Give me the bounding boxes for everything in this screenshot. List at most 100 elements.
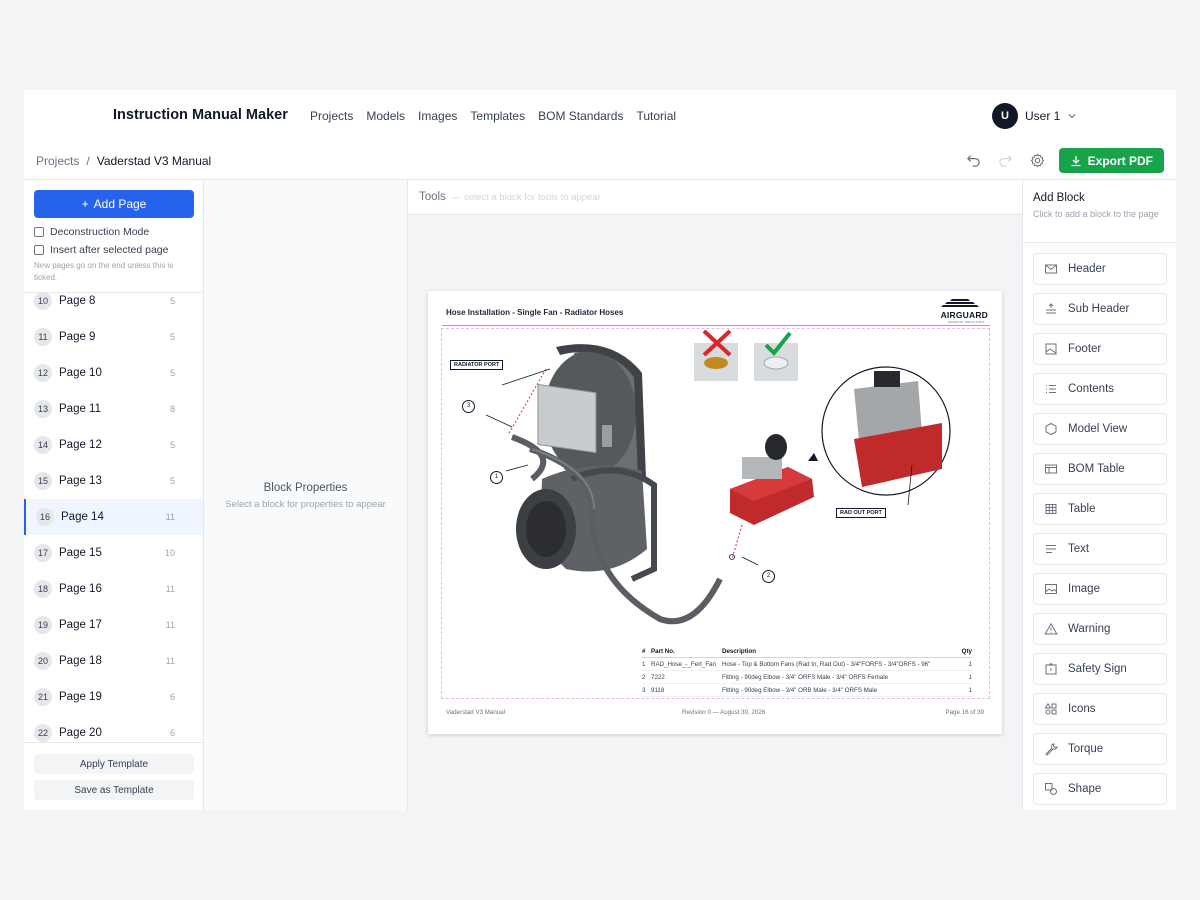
page-list-item[interactable]: 17 Page 15 10 [24,535,203,571]
add-shape-block-button[interactable]: Shape [1033,773,1167,805]
add-model-view-block-button[interactable]: Model View [1033,413,1167,445]
footer-revision[interactable]: Revision 0 — August 30, 2026 [682,709,765,716]
user-menu[interactable]: U User 1 [992,103,1077,129]
block-label: Contents [1068,383,1115,395]
insert-after-checkbox[interactable]: Insert after selected page [34,244,169,256]
block-count: 5 [169,296,175,306]
bom-table[interactable]: # Part No. Description Qty 1 RAD_Hose_-_… [642,645,972,697]
page-list[interactable]: 10 Page 8 5 11 Page 9 5 12 Page 10 5 13 Page 11… [24,292,203,744]
page-list-item[interactable]: 18 Page 16 11 [24,571,203,607]
add-text-block-button[interactable]: Text [1033,533,1167,565]
apply-template-button[interactable]: Apply Template [34,754,194,774]
nav-images[interactable]: Images [418,109,457,123]
add-image-block-button[interactable]: Image [1033,573,1167,605]
nav-templates[interactable]: Templates [470,109,525,123]
nav-bom-standards[interactable]: BOM Standards [538,109,623,123]
settings-button[interactable] [1027,150,1049,172]
block-label: Header [1068,263,1106,275]
canvas-area[interactable]: Tools — select a block for tools to appe… [408,180,1022,810]
page-name: Page 14 [61,511,104,523]
bom-col-qty: Qty [961,647,972,655]
block-count: 11 [165,620,175,630]
checkbox-box[interactable] [34,245,44,255]
chevron-down-icon [1068,114,1076,119]
add-safety-sign-block-button[interactable]: Safety Sign [1033,653,1167,685]
add-torque-block-button[interactable]: Torque [1033,733,1167,765]
block-properties-panel: Block Properties Select a block for prop… [204,180,408,810]
page-list-item[interactable]: 19 Page 17 11 [24,607,203,643]
breadcrumb-projects[interactable]: Projects [36,154,79,168]
block-count: 6 [169,728,175,738]
shape-icon [1045,783,1057,795]
bom-cell: 3 [642,686,646,694]
page-list-item[interactable]: 10 Page 8 5 [24,293,203,319]
add-bom-table-block-button[interactable]: BOM Table [1033,453,1167,485]
sign-icon [1045,662,1057,675]
table-row: 3 9118 Fitting - 90deg Elbow - 3/4" ORB … [642,684,972,697]
export-pdf-button[interactable]: Export PDF [1058,148,1164,173]
block-label: Shape [1068,783,1102,795]
add-page-button[interactable]: + Add Page [34,190,194,218]
page-header-title[interactable]: Hose Installation - Single Fan - Radiato… [446,308,623,317]
block-count: 6 [169,692,175,702]
page-name: Page 15 [59,547,102,559]
bom-cell: 1 [968,686,972,694]
add-contents-block-button[interactable]: Contents [1033,373,1167,405]
add-header-block-button[interactable]: Header [1033,253,1167,285]
image-icon [1045,584,1057,594]
redo-button[interactable] [995,150,1017,172]
download-icon [1071,155,1081,166]
footer-manual-name[interactable]: Vaderstad V3 Manual [446,709,505,716]
page-number: 10 [34,293,52,310]
breadcrumb-separator: / [86,154,90,168]
page-name: Page 13 [59,475,102,487]
page-list-item[interactable]: 12 Page 10 5 [24,355,203,391]
page-list-item[interactable]: 14 Page 12 5 [24,427,203,463]
user-name: User 1 [1025,109,1061,123]
page-list-item-selected[interactable]: 16 Page 14 11 [24,499,203,535]
block-count: 5 [169,368,175,378]
page-list-item[interactable]: 22 Page 20 6 [24,715,203,744]
block-label: Footer [1068,343,1102,355]
page-name: Page 11 [59,403,101,415]
page-list-item[interactable]: 21 Page 19 6 [24,679,203,715]
block-label: Image [1068,583,1100,595]
top-nav: Instruction Manual Maker Projects Models… [24,90,1176,142]
page-number: 19 [34,616,52,634]
page-list-item[interactable]: 15 Page 13 5 [24,463,203,499]
rad-out-port-callout[interactable]: RAD OUT PORT [836,508,886,518]
save-as-template-button[interactable]: Save as Template [34,780,194,800]
nav-tutorial[interactable]: Tutorial [636,109,676,123]
nav-models[interactable]: Models [366,109,405,123]
callout-3[interactable]: 3 [462,400,475,413]
avatar: U [992,103,1018,129]
add-table-block-button[interactable]: Table [1033,493,1167,525]
add-warning-block-button[interactable]: Warning [1033,613,1167,645]
nav-projects[interactable]: Projects [310,109,353,123]
add-icons-block-button[interactable]: Icons [1033,693,1167,725]
callout-1[interactable]: 1 [490,471,503,484]
block-label: Text [1068,543,1090,555]
logo-text: AIRGUARD [940,310,988,320]
page-list-item[interactable]: 20 Page 18 11 [24,643,203,679]
page-number: 13 [34,400,52,418]
mail-icon [1045,264,1057,274]
checkbox-box[interactable] [34,227,44,237]
tools-bar: Tools — select a block for tools to appe… [408,180,1022,215]
footer-page-number[interactable]: Page 16 of 39 [945,709,984,716]
page-list-item[interactable]: 13 Page 11 8 [24,391,203,427]
add-sub-header-block-button[interactable]: Sub Header [1033,293,1167,325]
page-list-item[interactable]: 11 Page 9 5 [24,319,203,355]
deconstruction-mode-checkbox[interactable]: Deconstruction Mode [34,226,149,238]
add-footer-block-button[interactable]: Footer [1033,333,1167,365]
bom-cell: 2 [642,673,646,681]
block-label: Table [1068,503,1096,515]
hose-installation-illustration[interactable] [442,329,990,679]
block-count: 10 [164,548,175,558]
undo-button[interactable] [963,150,985,172]
radiator-port-callout[interactable]: RADIATOR PORT [450,360,504,370]
breadcrumb-current: Vaderstad V3 Manual [96,154,212,168]
callout-2[interactable]: 2 [762,570,775,583]
manual-page[interactable]: Hose Installation - Single Fan - Radiato… [428,291,1002,734]
warning-triangle-icon [1044,622,1058,635]
